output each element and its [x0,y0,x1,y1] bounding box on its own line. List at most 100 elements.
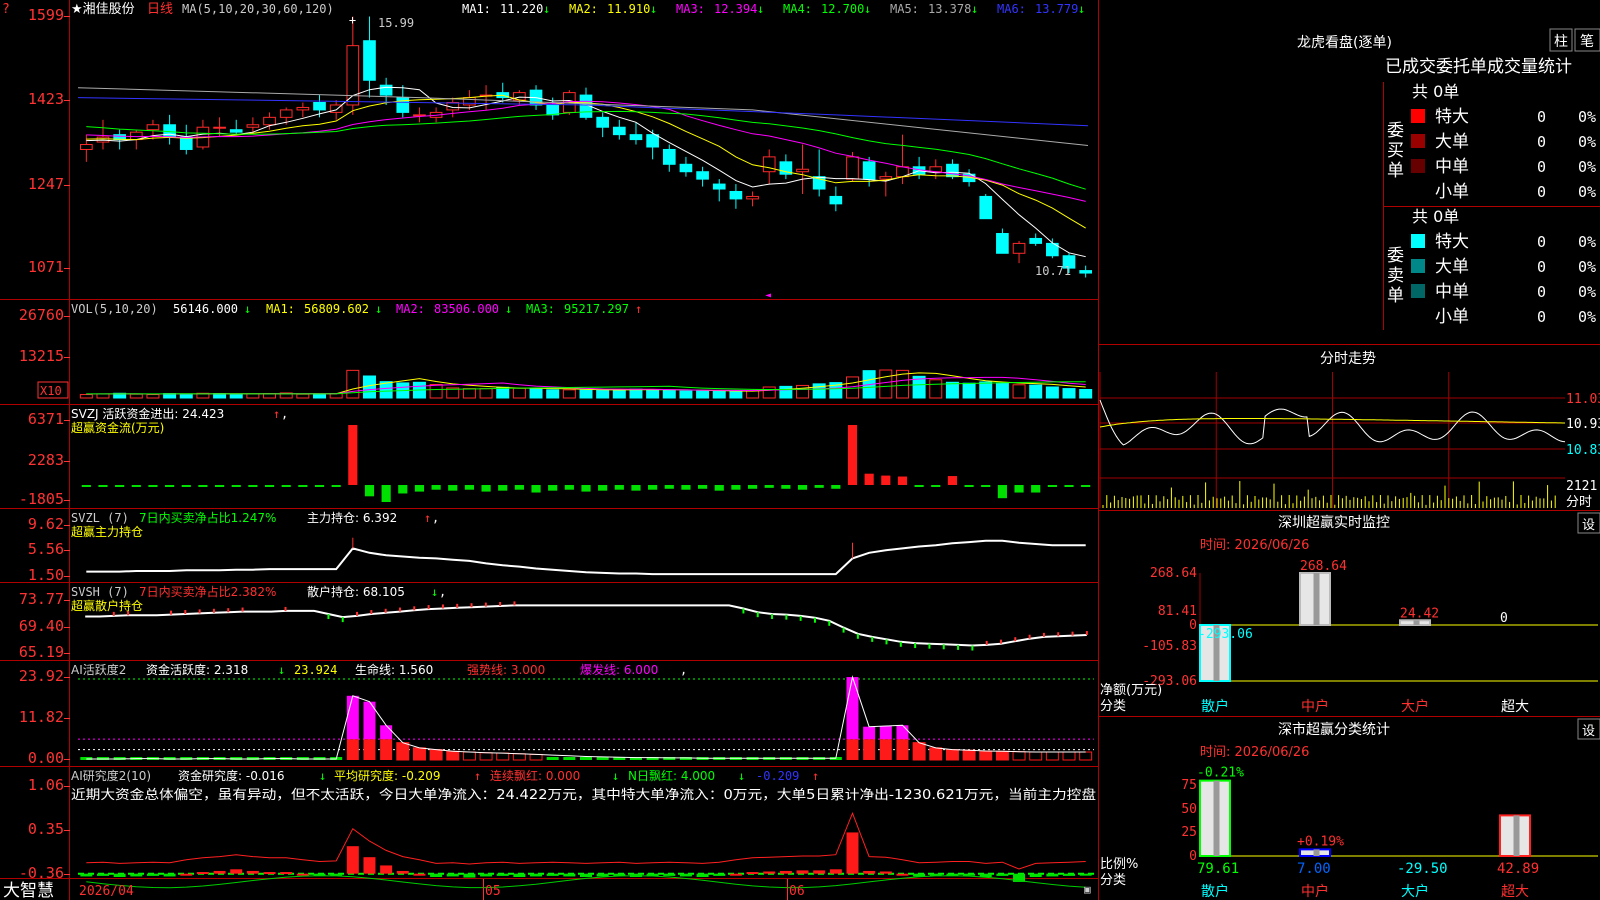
candle-body [313,102,326,111]
svzj-bar [1031,485,1041,493]
ma3-label: MA3: [676,2,705,16]
svsh-name: SVSH (7) [71,585,129,599]
vol-bar [346,369,360,399]
buy-swatch [1411,109,1425,123]
ai2-f1: 资金研究度: -0.016 [178,768,285,783]
main-header: ? ★湘佳股份 日线 MA(5,10,20,30,60,120) MA1: 11.… [2,2,1085,17]
sell-row-count: 0 [1537,233,1546,251]
sell-row-count: 0 [1537,258,1546,276]
svzj-bar [231,485,241,488]
ai2-bar [463,873,476,878]
vol-bars [79,369,1093,399]
svzj-bar [381,485,391,502]
sell-order-table: 共 0单委卖单 特大 0 0% 大单 0 0% 中单 0 0% 小单 0 0% [1387,207,1596,327]
vol-bar [562,389,576,399]
sz-class-value-label: 42.89 [1497,861,1539,877]
period-label[interactable]: 日线 [147,2,173,17]
brand-label: 大智慧 [3,881,54,900]
ma4-value: 12.700 [821,2,864,16]
svzl-ytick-label: 9.62 [28,515,64,533]
sz-monitor-settings-label: 设 [1582,518,1595,533]
sz-class-title: 深市超赢分类统计 [1278,721,1390,738]
main-candles [79,16,1093,278]
sz-class-ylabel1: 比例% [1100,857,1138,872]
ai2-bars [78,811,1094,889]
ai2-comment: 近期大资金总体偏空，虽有异动，但不太活跃，今日大单净流入：24.422万元，其中… [71,787,1096,803]
ai2-bar [696,873,709,877]
svzj-y-axis: 6371 2283 -1805 [19,410,70,508]
vol-bar [646,389,660,399]
buy-order-table: 共 0单委买单 特大 0 0% 大单 0 0% 中单 0 0% 小单 0 0% [1387,82,1596,202]
ai2-bar [246,870,259,874]
ai2-bar [163,873,176,877]
buy-row-label: 特大 [1435,107,1469,127]
ai2-bar [846,832,859,874]
svzj-bar [281,485,291,488]
main-y-axis: 1599 1423 1247 1071 [28,6,70,276]
svzj-bar [131,485,141,488]
buy-side-label: 单 [1387,161,1404,181]
sz-monitor-ytick: 0 [1189,618,1197,633]
candle-body [546,104,560,116]
high-marker: + [349,13,356,27]
svzj-ytick-label: -1805 [19,490,64,508]
ai1-bar-red [529,753,543,761]
sz-class-category: 中户 [1301,883,1329,900]
ai2-bar [96,873,109,876]
low-price-label: 10.71 [1035,264,1071,278]
vol-bar [662,389,676,399]
svzj-bar [264,485,275,488]
svzj-bar [481,485,491,492]
svzl-y-axis: 9.62 5.56 1.50 [28,515,70,584]
ai2-bar [363,857,376,874]
svzj-bar [648,485,658,490]
vol-value-arrow: ↓ [244,302,251,316]
ai1-ytick-label: 11.82 [19,708,64,726]
lh-tab-header[interactable]: 已成交委托单成交量统计 [1385,57,1572,77]
svzl-line2: 超赢主力持仓 [71,524,143,539]
sort-arrow-icon[interactable]: ◄ [765,290,771,301]
svzj-bar [1047,485,1057,488]
ai2-bar [280,872,293,875]
ai2-bar [829,869,842,874]
sz-class-ylabel2: 分类 [1100,873,1126,888]
ma3-value: 12.394 [714,2,757,16]
candle-body [1079,270,1093,274]
svzj-ytick-label: 6371 [28,410,64,428]
vol-bar [712,390,726,399]
ai2-bar [1079,873,1092,876]
svzj-bar [548,485,558,491]
stock-name[interactable]: ★湘佳股份 [71,2,135,17]
ai2-bar [796,870,809,874]
svzj-bar [398,485,408,494]
vol-ma3-label: MA3: [526,302,555,316]
lock-icon[interactable]: ▣ [1084,883,1091,896]
ai2-bar [296,873,309,876]
svzj-bar [98,485,108,488]
ai1-bar-red [1012,751,1026,761]
intraday-vol: 2121 [1566,479,1597,494]
ai2-bar [896,873,909,876]
sell-row-label: 小单 [1435,307,1469,327]
ai2-bar [496,873,509,876]
ai1-bar-red [879,739,892,760]
vol-ma1-label: MA1: [266,302,295,316]
sell-swatch [1411,234,1425,248]
ai1-f5: 爆发线: 6.000 [580,662,658,677]
ai2-bar [813,870,826,874]
svsh-tail: , [439,585,446,599]
ai2-a1: ↓ [319,769,326,783]
ai1-bar-red [479,752,493,761]
svzj-bar [797,485,808,490]
svzl-line [86,537,1086,576]
svzj-arrow: ↑ [273,407,280,421]
sz-class-bar-shade [1313,849,1320,856]
vol-ma3-value: 95217.297 [564,302,629,316]
vol-ma1-arrow: ↓ [375,302,382,316]
candle-body [979,195,993,220]
ai2-bar [263,872,276,875]
vol-bar [962,382,976,399]
candle-body [396,97,410,113]
config-icon[interactable]: ? [2,2,10,17]
ai2-bar [213,870,226,874]
